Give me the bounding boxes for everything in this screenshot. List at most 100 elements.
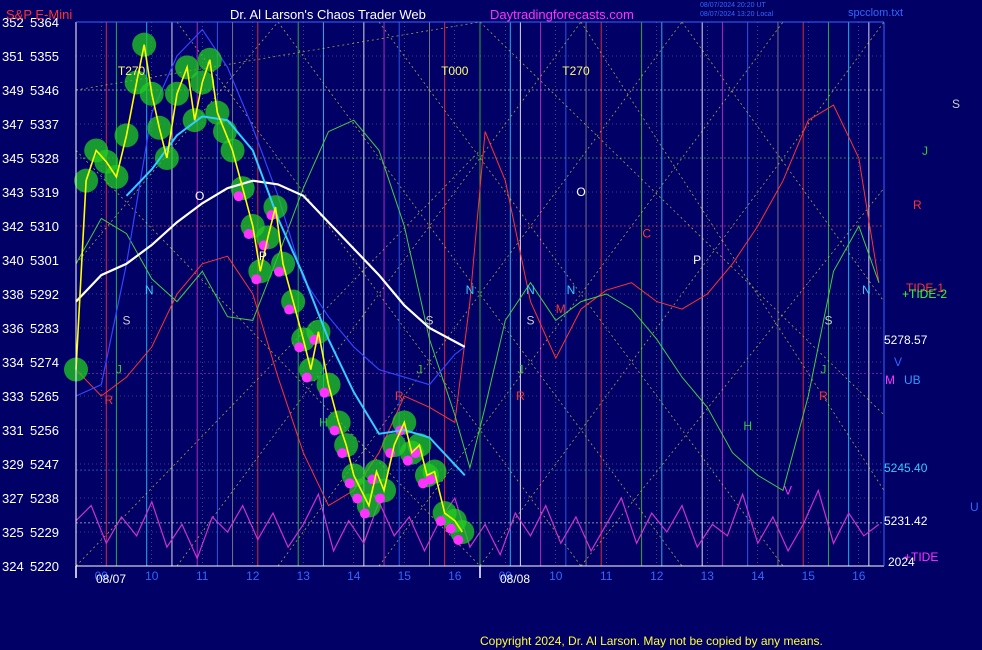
right-label: 5231.42 — [884, 514, 928, 528]
y-tick-label-price: 5310 — [30, 219, 59, 234]
x-tick-label: 13 — [297, 569, 311, 583]
chart-letter: N — [567, 283, 576, 297]
right-label: +TIDE — [904, 550, 938, 564]
y-tick-label-price: 5274 — [30, 355, 59, 370]
x-tick-label: 12 — [650, 569, 664, 583]
chart-letter: S — [425, 313, 433, 327]
y-tick-label-price: 5292 — [30, 287, 59, 302]
signal-dot — [375, 493, 386, 504]
y-tick-label-price: 5238 — [30, 491, 59, 506]
x-tick-label: 15 — [802, 569, 816, 583]
x-tick-label: 14 — [347, 569, 361, 583]
signal-dot — [243, 229, 254, 239]
y-tick-label-price: 5283 — [30, 321, 59, 336]
signal-dot — [284, 304, 295, 315]
y-tick-label-price: 5229 — [30, 525, 59, 540]
timestamp-local: 08/07/2024 13:20 Local — [700, 11, 774, 18]
chart-letter: J — [820, 363, 826, 377]
y-tick-label-index: 334 — [2, 355, 24, 370]
y-tick-label-price: 5337 — [30, 117, 59, 132]
signal-dot — [329, 425, 340, 436]
x-tick-label: 14 — [751, 569, 765, 583]
signal-dot — [344, 478, 355, 489]
x-tick-label: 16 — [852, 569, 866, 583]
chart-letter: J — [416, 363, 422, 377]
signal-dot — [294, 342, 305, 353]
chart-letter: J — [517, 363, 523, 377]
top-marker: T270 — [118, 64, 146, 78]
signal-dot — [402, 455, 413, 466]
x-tick-label: 12 — [246, 569, 260, 583]
right-label: S — [952, 97, 960, 111]
right-label: J — [922, 144, 928, 158]
chart-letter: O — [195, 189, 204, 203]
y-tick-label-index: 338 — [2, 287, 24, 302]
y-tick-label-price: 5328 — [30, 151, 59, 166]
chart-letter: R — [395, 389, 404, 403]
y-tick-label-price: 5301 — [30, 253, 59, 268]
signal-dot — [319, 387, 330, 398]
y-tick-label-price: 5220 — [30, 559, 59, 574]
chart-letter: N — [466, 283, 475, 297]
y-tick-label-price: 5256 — [30, 423, 59, 438]
y-tick-label-index: 343 — [2, 185, 24, 200]
y-tick-label-price: 5355 — [30, 49, 59, 64]
right-label: R — [913, 198, 922, 212]
y-tick-label-price: 5247 — [30, 457, 59, 472]
right-label: M — [885, 373, 895, 387]
y-tick-label-price: 5265 — [30, 389, 59, 404]
signal-dot — [274, 266, 285, 277]
x-date-label: 08/08 — [500, 572, 530, 586]
chart-letter: O — [576, 185, 585, 199]
diagonal-line — [681, 21, 885, 302]
right-label: 5245.40 — [884, 461, 928, 475]
signal-dot — [251, 274, 262, 285]
diagonal-line — [580, 187, 885, 567]
y-tick-label-index: 349 — [2, 83, 24, 98]
y-tick-label-index: 345 — [2, 151, 24, 166]
timestamp-ut: 08/07/2024 20:20 UT — [700, 2, 766, 9]
signal-dot — [453, 535, 464, 545]
right-label: +TIDE-2 — [902, 287, 947, 301]
y-tick-label-index: 331 — [2, 423, 24, 438]
signal-dot — [352, 493, 363, 504]
series-tide — [75, 488, 880, 560]
x-date-label: 08/07 — [96, 572, 126, 586]
signal-dot — [233, 191, 244, 202]
x-tick-label: 11 — [196, 569, 209, 583]
chart-letter: J — [116, 363, 122, 377]
y-tick-label-index: 327 — [2, 491, 24, 506]
chart-letter: R — [819, 389, 828, 403]
top-marker: T000 — [441, 64, 469, 78]
chart-letter: C — [642, 227, 651, 241]
y-tick-label-index: 333 — [2, 389, 24, 404]
right-label: 5278.57 — [884, 333, 928, 347]
x-tick-label: 10 — [549, 569, 563, 583]
chaos-trader-chart: T270 T000 T270ONSJRPHNSJRNSJRONMCPHVSJRN 3… — [2, 2, 979, 586]
series-red — [75, 104, 880, 507]
chart-letter: H — [319, 415, 328, 429]
y-tick-label-index: 324 — [2, 559, 24, 574]
chart-letter: P — [259, 249, 267, 263]
signal-dot — [359, 508, 370, 519]
signal-dot — [337, 448, 348, 459]
series-green — [75, 119, 880, 492]
chart-letter: N — [145, 283, 154, 297]
file-name: spcclom.txt — [848, 7, 903, 19]
chart-letter: P — [693, 253, 701, 267]
site-label: Daytradingforecasts.com — [490, 7, 634, 22]
x-tick-label: 16 — [448, 569, 462, 583]
x-tick-label: 13 — [701, 569, 715, 583]
chart-title: Dr. Al Larson's Chaos Trader Web — [230, 7, 426, 22]
chart-letter: H — [743, 419, 752, 433]
chart-letter: R — [516, 389, 525, 403]
chart-letter: N — [526, 283, 535, 297]
right-label: U — [970, 500, 979, 514]
signal-dot — [301, 372, 312, 383]
copyright-notice: Copyright 2024, Dr. Al Larson. May not b… — [480, 634, 823, 648]
x-tick-label: 15 — [398, 569, 412, 583]
y-tick-label-price: 5346 — [30, 83, 59, 98]
y-tick-label-index: 347 — [2, 117, 24, 132]
y-tick-label-index: 342 — [2, 219, 24, 234]
y-tick-label-price: 5319 — [30, 185, 59, 200]
